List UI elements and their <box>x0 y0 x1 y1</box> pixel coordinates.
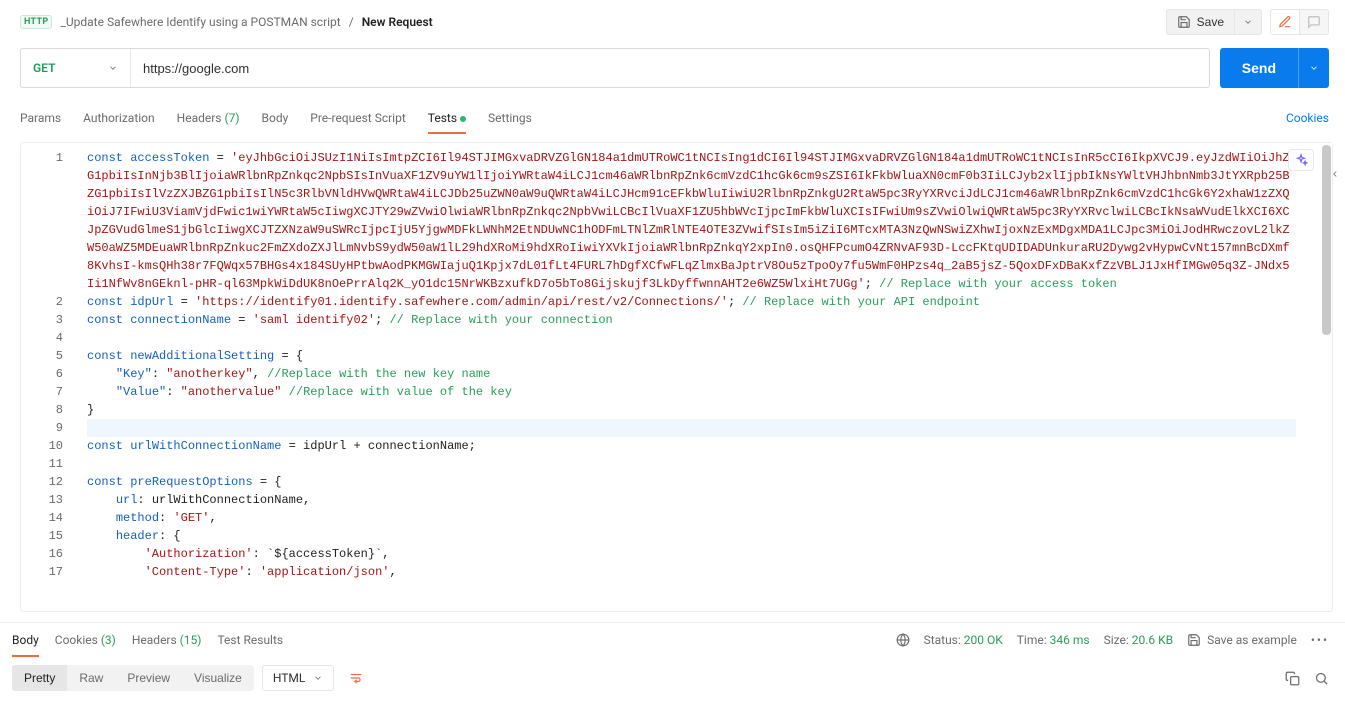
response-tabs: Body Cookies (3) Headers (15) Test Resul… <box>12 629 283 651</box>
save-icon <box>1187 633 1201 647</box>
request-tabs-row: Params Authorization Headers (7) Body Pr… <box>0 100 1345 136</box>
response-header: Body Cookies (3) Headers (15) Test Resul… <box>0 622 1345 655</box>
send-group: Send <box>1220 48 1329 88</box>
view-pretty[interactable]: Pretty <box>12 665 67 691</box>
code-content[interactable]: const accessToken = 'eyJhbGciOiJSUzI1NiI… <box>77 143 1332 587</box>
resp-tab-cookies-label: Cookies <box>55 633 98 647</box>
top-actions: Save <box>1166 9 1329 35</box>
tab-prerequest[interactable]: Pre-request Script <box>310 103 405 133</box>
copy-response-button[interactable] <box>1285 671 1300 686</box>
breadcrumb: HTTP _Update Safewhere Identify using a … <box>20 15 1166 29</box>
response-right-tools <box>1285 671 1329 686</box>
edit-button[interactable] <box>1270 9 1300 35</box>
time-value: 346 ms <box>1050 633 1090 647</box>
url-input[interactable] <box>131 49 1209 87</box>
method-select[interactable]: GET <box>21 49 131 87</box>
breadcrumb-collection[interactable]: _Update Safewhere Identify using a POSTM… <box>60 15 340 29</box>
tab-tests[interactable]: Tests <box>428 103 466 133</box>
line-gutter: 1234567891011121314151617 <box>21 143 77 611</box>
chevron-down-icon <box>1243 17 1253 27</box>
sparkle-icon <box>1294 153 1308 167</box>
tab-tests-label: Tests <box>428 111 457 125</box>
view-mode-segment: Pretty Raw Preview Visualize <box>12 665 254 691</box>
send-button[interactable]: Send <box>1220 48 1298 88</box>
format-label: HTML <box>273 671 306 685</box>
time-block[interactable]: Time: 346 ms <box>1017 633 1090 647</box>
save-label: Save <box>1197 15 1224 29</box>
resp-tab-test-results[interactable]: Test Results <box>217 629 283 651</box>
breadcrumb-sep: / <box>349 15 354 29</box>
tab-params[interactable]: Params <box>20 103 61 133</box>
save-dropdown[interactable] <box>1235 9 1262 35</box>
save-as-example[interactable]: Save as example <box>1187 633 1297 647</box>
chevron-down-icon <box>313 673 323 683</box>
search-icon <box>1314 671 1329 686</box>
chevron-left-icon <box>1330 169 1340 179</box>
view-visualize[interactable]: Visualize <box>182 665 254 691</box>
collapse-right-sidebar[interactable] <box>1327 156 1343 192</box>
copy-icon <box>1285 671 1300 686</box>
size-value: 20.6 KB <box>1132 633 1173 647</box>
method-label: GET <box>33 61 55 75</box>
save-button[interactable]: Save <box>1166 9 1235 35</box>
search-response-button[interactable] <box>1314 671 1329 686</box>
comments-button[interactable] <box>1300 9 1329 35</box>
response-toolbar: Pretty Raw Preview Visualize HTML <box>0 655 1345 691</box>
status-block[interactable]: Status: 200 OK <box>924 633 1003 647</box>
chevron-down-icon <box>108 63 118 73</box>
topbar: HTTP _Update Safewhere Identify using a … <box>0 0 1345 44</box>
save-icon <box>1177 15 1191 29</box>
globe-icon[interactable] <box>896 633 910 647</box>
format-select[interactable]: HTML <box>262 665 335 691</box>
http-badge: HTTP <box>20 15 52 29</box>
resp-tab-cookies[interactable]: Cookies (3) <box>55 629 116 651</box>
status-value: 200 OK <box>964 633 1003 647</box>
view-preview[interactable]: Preview <box>115 665 182 691</box>
breadcrumb-request-name[interactable]: New Request <box>362 15 433 29</box>
tab-body[interactable]: Body <box>262 103 289 133</box>
tab-headers-count: (7) <box>224 111 239 125</box>
response-meta: Status: 200 OK Time: 346 ms Size: 20.6 K… <box>896 633 1329 647</box>
url-group: GET <box>20 48 1210 88</box>
resp-tab-body[interactable]: Body <box>12 629 39 651</box>
resp-tab-headers-label: Headers <box>132 633 177 647</box>
resp-tab-headers[interactable]: Headers (15) <box>132 629 202 651</box>
tab-settings[interactable]: Settings <box>488 103 532 133</box>
cookies-link[interactable]: Cookies <box>1286 111 1329 125</box>
comment-icon <box>1307 15 1321 29</box>
send-dropdown[interactable] <box>1298 48 1329 88</box>
response-more[interactable]: ••• <box>1311 633 1329 647</box>
tab-headers-label: Headers <box>177 111 222 125</box>
tab-headers[interactable]: Headers (7) <box>177 103 240 133</box>
save-example-label: Save as example <box>1207 633 1297 647</box>
wrap-icon <box>348 671 364 685</box>
pencil-icon <box>1278 15 1292 29</box>
resp-tab-cookies-count: (3) <box>101 633 116 647</box>
postbot-button[interactable] <box>1288 149 1314 171</box>
resp-tab-headers-count: (15) <box>180 633 202 647</box>
tab-authorization[interactable]: Authorization <box>83 103 155 133</box>
size-block[interactable]: Size: 20.6 KB <box>1104 633 1174 647</box>
chevron-down-icon <box>1309 63 1319 73</box>
editor-scrollbar[interactable] <box>1321 143 1331 611</box>
wrap-lines-button[interactable] <box>342 667 370 689</box>
request-tabs: Params Authorization Headers (7) Body Pr… <box>20 103 532 133</box>
view-raw[interactable]: Raw <box>67 665 115 691</box>
code-editor[interactable]: 1234567891011121314151617 const accessTo… <box>20 142 1333 612</box>
request-row: GET Send <box>0 44 1345 100</box>
unsaved-dot-icon <box>460 116 466 122</box>
